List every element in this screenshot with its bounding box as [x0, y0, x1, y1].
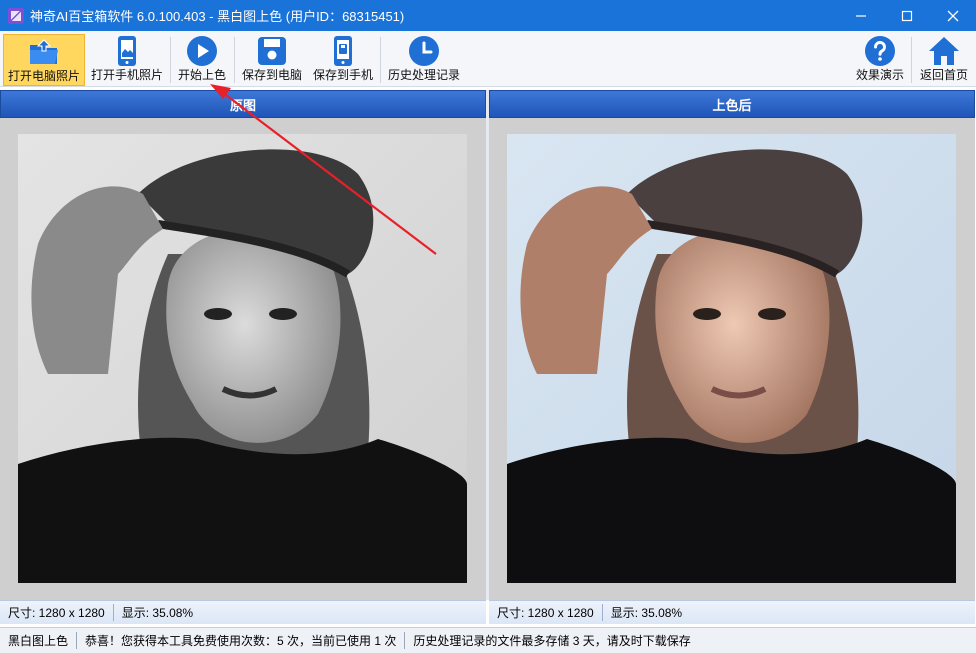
- save-to-pc-label: 保存到电脑: [241, 68, 302, 82]
- open-folder-icon: [27, 35, 61, 69]
- window-title: 神奇AI百宝箱软件 6.0.100.403 - 黑白图上色 (用户ID：6831…: [30, 9, 405, 24]
- original-size-text: 尺寸: 1280 x 1280: [0, 604, 114, 621]
- clock-icon: [408, 34, 440, 68]
- history-label: 历史处理记录: [387, 68, 460, 82]
- home-button[interactable]: 返回首页: [915, 34, 973, 86]
- colorized-info-bar: 尺寸: 1280 x 1280 显示: 35.08%: [489, 600, 975, 624]
- colorized-size-text: 尺寸: 1280 x 1280: [489, 604, 603, 621]
- history-button[interactable]: 历史处理记录: [384, 34, 464, 86]
- phone-save-icon: [332, 34, 354, 68]
- save-to-phone-label: 保存到手机: [312, 68, 373, 82]
- home-icon: [927, 34, 961, 68]
- close-button[interactable]: [930, 0, 976, 31]
- start-colorize-button[interactable]: 开始上色: [173, 34, 231, 86]
- title-bar: 神奇AI百宝箱软件 6.0.100.403 - 黑白图上色 (用户ID：6831…: [0, 0, 976, 31]
- colorized-image-panel: 上色后: [489, 90, 975, 600]
- original-panel-header: 原图: [0, 90, 486, 118]
- open-phone-photo-label: 打开手机照片: [90, 68, 163, 82]
- open-phone-photo-button[interactable]: 打开手机照片: [87, 34, 167, 86]
- play-icon: [186, 34, 218, 68]
- status-module: 黑白图上色: [0, 632, 78, 649]
- original-zoom-text: 显示: 35.08%: [121, 606, 194, 620]
- phone-icon: [116, 34, 138, 68]
- status-notice: 历史处理记录的文件最多存储 3 天，请及时下载保存: [413, 634, 691, 648]
- original-info-bar: 尺寸: 1280 x 1280 显示: 35.08%: [0, 600, 486, 624]
- window-controls: [838, 0, 976, 31]
- save-to-phone-button[interactable]: 保存到手机: [309, 34, 377, 86]
- colorized-panel-header: 上色后: [489, 90, 975, 118]
- demo-button[interactable]: 效果演示: [852, 34, 908, 86]
- colorized-photo[interactable]: [507, 134, 956, 583]
- demo-label: 效果演示: [855, 68, 904, 82]
- colorized-zoom-text: 显示: 35.08%: [610, 606, 683, 620]
- original-photo[interactable]: [18, 134, 467, 583]
- open-pc-photo-button[interactable]: 打开电脑照片: [3, 34, 85, 86]
- toolbar-separator: [170, 37, 171, 83]
- original-image-panel: 原图: [0, 90, 486, 600]
- status-bar: 黑白图上色 恭喜！您获得本工具免费使用次数：5 次，当前已使用 1 次 历史处理…: [0, 627, 976, 653]
- save-disk-icon: [257, 34, 287, 68]
- toolbar-separator: [911, 37, 912, 83]
- toolbar-separator: [234, 37, 235, 83]
- save-to-pc-button[interactable]: 保存到电脑: [238, 34, 306, 86]
- open-pc-photo-label: 打开电脑照片: [7, 69, 80, 83]
- toolbar: 打开电脑照片 打开手机照片 开始上色 保存到电脑 保存到手机 历史处理记录 效果…: [0, 31, 976, 87]
- maximize-icon: [901, 10, 913, 21]
- close-icon: [947, 10, 959, 21]
- maximize-button[interactable]: [884, 0, 930, 31]
- status-usage: 恭喜！您获得本工具免费使用次数：5 次，当前已使用 1 次: [77, 632, 406, 649]
- start-colorize-label: 开始上色: [177, 68, 226, 82]
- minimize-button[interactable]: [838, 0, 884, 31]
- help-icon: [864, 34, 896, 68]
- toolbar-separator: [380, 37, 381, 83]
- minimize-icon: [856, 14, 866, 17]
- home-label: 返回首页: [919, 68, 968, 82]
- app-logo-icon: [8, 7, 24, 24]
